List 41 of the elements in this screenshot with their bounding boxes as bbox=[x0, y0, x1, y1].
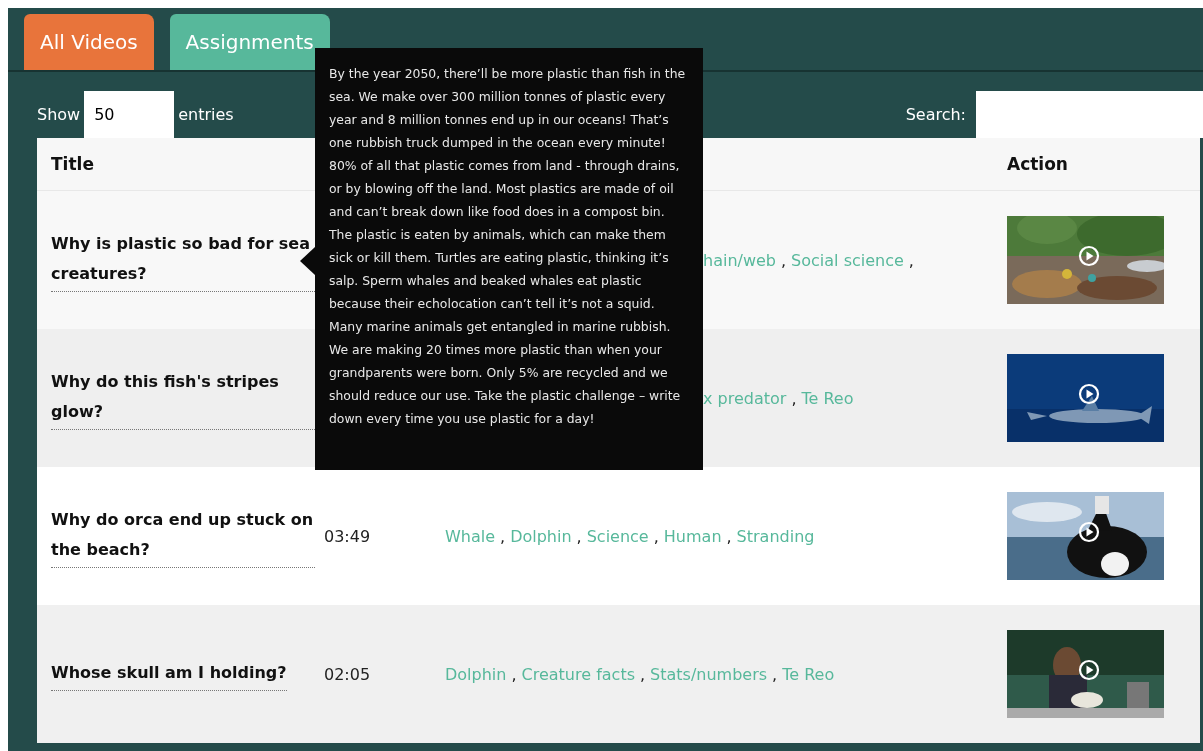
tag-link[interactable]: Social science bbox=[791, 250, 904, 270]
play-icon[interactable] bbox=[1078, 383, 1100, 405]
tooltip-text: By the year 2050, there’ll be more plastic than fish in the sea. We make over 300 million tonnes of plastic every year and 8 million tonnes end up in our oceans! That’s one rubbish truck dumped in the ocean every minute! 80% of all that plastic comes from land - through drains, or by blowing off the land. Most plastics are made of oil and can’t break down like food does in a compost bin. The plastic is eaten by animals, which can make them sick or kill them. Turtles are eating plastic, thinking it’s salp. Sperm whales and beaked whales eat plastic because their echolocation can’t tell it’s not a squid. Many marine animals get entangled in marine rubbish. We are making 20 times more plastic than when your grandparents were born. Only 5% are recycled and we should reduce our use. Take the plastic challenge – write down every time you use plastic for a day! bbox=[329, 66, 686, 426]
separator: , bbox=[726, 526, 732, 546]
tag-link[interactable]: Stranding bbox=[736, 526, 815, 546]
entries-label: entries bbox=[178, 105, 234, 124]
column-header: Action bbox=[1007, 154, 1068, 174]
search-field[interactable] bbox=[976, 91, 1203, 138]
tab[interactable]: Assignments bbox=[169, 14, 330, 70]
separator: , bbox=[772, 664, 778, 684]
play-icon[interactable] bbox=[1078, 521, 1100, 543]
tag-link[interactable]: Science bbox=[586, 526, 649, 546]
entries-field[interactable]: 50 bbox=[84, 91, 175, 138]
tag-link[interactable]: Creature facts bbox=[521, 664, 635, 684]
play-icon[interactable] bbox=[1078, 659, 1100, 681]
separator: , bbox=[908, 250, 914, 270]
tab[interactable]: All Videos bbox=[24, 14, 154, 70]
column-header: Title bbox=[51, 154, 94, 174]
tag-link[interactable]: hain/web bbox=[703, 250, 776, 270]
tag-link[interactable]: Stats/numbers bbox=[650, 664, 768, 684]
separator: , bbox=[640, 664, 646, 684]
video-title-link[interactable]: Whose skull am I holding? bbox=[51, 657, 287, 691]
tag-link[interactable]: Dolphin bbox=[445, 664, 507, 684]
separator: , bbox=[653, 526, 659, 546]
tag-link[interactable]: Whale bbox=[445, 526, 496, 546]
tag-link[interactable]: Dolphin bbox=[510, 526, 572, 546]
tag-link[interactable]: x predator bbox=[703, 388, 787, 408]
tag-link[interactable]: Te Reo bbox=[801, 388, 854, 408]
separator: , bbox=[791, 388, 797, 408]
separator: , bbox=[781, 250, 787, 270]
tag-link[interactable]: Human bbox=[663, 526, 722, 546]
duration: 02:05 bbox=[324, 664, 371, 684]
separator: , bbox=[576, 526, 582, 546]
play-icon[interactable] bbox=[1078, 245, 1100, 267]
duration: 03:49 bbox=[324, 526, 371, 546]
video-title-link[interactable]: Why do orca end up stuck on the beach? bbox=[51, 504, 315, 568]
separator: , bbox=[500, 526, 506, 546]
show-label: Show bbox=[37, 105, 81, 124]
tag-link[interactable]: Te Reo bbox=[782, 664, 835, 684]
search-label: Search: bbox=[905, 105, 966, 124]
separator: , bbox=[511, 664, 517, 684]
